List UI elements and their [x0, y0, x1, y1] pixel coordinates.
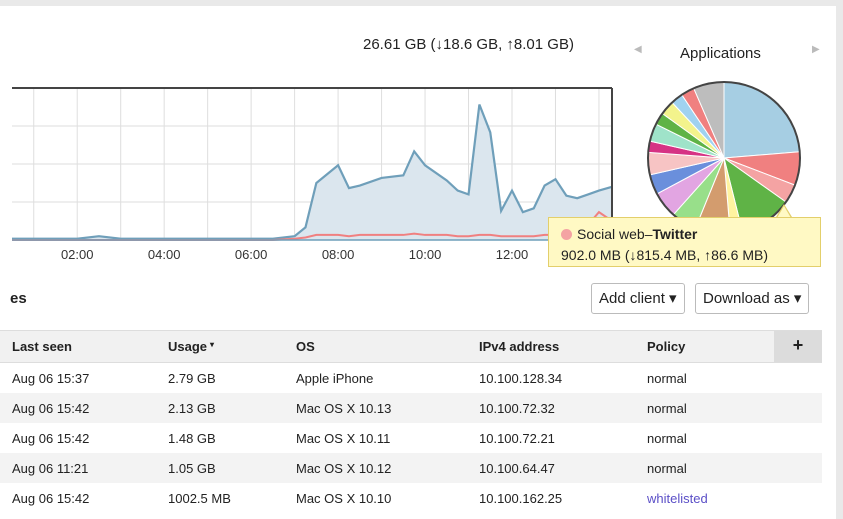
table-row[interactable]: Aug 06 15:37 2.79 GB Apple iPhone 10.100.12… [0, 363, 822, 393]
cell-policy[interactable]: normal [647, 431, 687, 446]
col-header-policy[interactable]: Policy [647, 339, 685, 354]
table-header: Last seen Usage ▾ OS IPv4 address Policy … [0, 330, 822, 363]
cell-ipv4: 10.100.64.47 [479, 461, 555, 476]
cell-ipv4: 10.100.72.21 [479, 431, 555, 446]
applications-title: Applications [680, 45, 761, 62]
pie-slice [723, 81, 801, 159]
clients-section-title: es [10, 290, 27, 307]
usage-summary: 26.61 GB (↓18.6 GB, ↑8.01 GB) [363, 36, 574, 53]
table-row[interactable]: Aug 06 15:42 1002.5 MB Mac OS X 10.10 10.10… [0, 483, 822, 513]
cell-os: Mac OS X 10.13 [296, 401, 392, 416]
cell-policy[interactable]: normal [647, 401, 687, 416]
pie-tooltip: Social web–Twitter 902.0 MB (↓815.4 MB, … [548, 217, 821, 267]
cell-policy[interactable]: whitelisted [647, 491, 708, 506]
triangle-left-icon[interactable]: ◀ [634, 44, 642, 55]
table-row[interactable]: Aug 06 15:42 1.48 GB Mac OS X 10.11 10.100.… [0, 423, 822, 453]
tooltip-app-name: Twitter [652, 226, 698, 242]
triangle-right-icon[interactable]: ▶ [812, 44, 820, 55]
cell-usage: 1002.5 MB [168, 491, 231, 506]
col-header-usage-label: Usage [168, 339, 208, 354]
sort-desc-icon: ▾ [210, 340, 215, 349]
table-body: Aug 06 15:37 2.79 GB Apple iPhone 10.100.12… [0, 363, 822, 513]
cell-usage: 2.13 GB [168, 401, 216, 416]
clients-table: Last seen Usage ▾ OS IPv4 address Policy … [0, 330, 822, 513]
cell-usage: 1.48 GB [168, 431, 216, 446]
cell-usage: 2.79 GB [168, 371, 216, 386]
usage-area-chart[interactable]: 02:0004:0006:0008:0010:0012:0014:0 [0, 80, 640, 265]
x-tick-label: 04:00 [148, 247, 181, 262]
x-tick-label: 12:00 [496, 247, 529, 262]
cell-last-seen: Aug 06 15:37 [12, 371, 90, 386]
cell-os: Mac OS X 10.12 [296, 461, 392, 476]
col-header-last-seen[interactable]: Last seen [12, 339, 72, 354]
x-tick-label: 02:00 [61, 247, 94, 262]
cell-os: Mac OS X 10.11 [296, 431, 391, 446]
x-tick-label: 08:00 [322, 247, 355, 262]
tooltip-category: Social web [577, 226, 645, 242]
col-header-usage[interactable]: Usage ▾ [168, 339, 214, 354]
cell-policy[interactable]: normal [647, 461, 687, 476]
cell-os: Apple iPhone [296, 371, 374, 386]
download-as-button[interactable]: Download as ▾ [695, 283, 810, 314]
x-tick-label: 06:00 [235, 247, 268, 262]
cell-last-seen: Aug 06 11:21 [12, 461, 89, 476]
cell-usage: 1.05 GB [168, 461, 216, 476]
add-client-button[interactable]: Add client ▾ [591, 283, 685, 314]
cell-os: Mac OS X 10.10 [296, 491, 392, 506]
table-row[interactable]: Aug 06 11:21 1.05 GB Mac OS X 10.12 10.100.… [0, 453, 822, 483]
table-row[interactable]: Aug 06 15:42 2.13 GB Mac OS X 10.13 10.100.… [0, 393, 822, 423]
cell-last-seen: Aug 06 15:42 [12, 401, 90, 416]
tooltip-detail: 902.0 MB (↓815.4 MB, ↑86.6 MB) [561, 247, 768, 263]
cell-ipv4: 10.100.162.25 [479, 491, 563, 506]
cell-ipv4: 10.100.72.32 [479, 401, 555, 416]
x-tick-label: 10:00 [409, 247, 442, 262]
cell-last-seen: Aug 06 15:42 [12, 491, 90, 506]
add-column-button[interactable]: + [774, 331, 822, 362]
tooltip-color-dot [561, 229, 572, 240]
tooltip-separator: – [644, 226, 653, 242]
series-0-area [12, 104, 612, 240]
cell-last-seen: Aug 06 15:42 [12, 431, 90, 446]
cell-ipv4: 10.100.128.34 [479, 371, 563, 386]
col-header-os[interactable]: OS [296, 339, 315, 354]
col-header-ipv4[interactable]: IPv4 address [479, 339, 559, 354]
cell-policy[interactable]: normal [647, 371, 687, 386]
